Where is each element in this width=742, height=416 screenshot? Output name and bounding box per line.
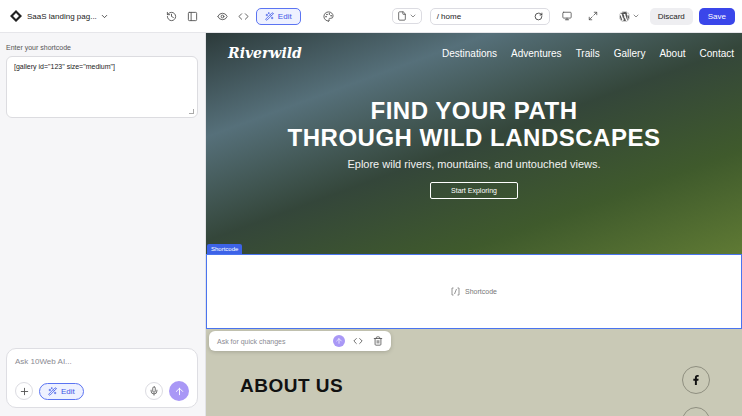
nav-link[interactable]: Trails	[576, 48, 600, 59]
page-dropdown[interactable]	[392, 8, 422, 24]
plus-icon	[19, 386, 30, 397]
social-link[interactable]	[682, 407, 710, 416]
styles-button[interactable]	[320, 7, 338, 25]
chevron-down-icon	[632, 12, 640, 20]
history-button[interactable]	[163, 7, 181, 25]
send-button[interactable]	[169, 381, 189, 401]
sidebar: Enter your shortcode [gallery id="123" si…	[0, 33, 206, 416]
code-icon	[353, 336, 363, 346]
facebook-icon	[691, 375, 701, 385]
refresh-icon	[534, 12, 543, 21]
fullscreen-button[interactable]	[584, 7, 602, 25]
ai-chat-box[interactable]: Ask 10Web AI... Edit	[6, 348, 198, 408]
quick-send-button[interactable]	[333, 335, 345, 347]
nav-link[interactable]: Destinations	[442, 48, 497, 59]
shortcode-label: Enter your shortcode	[6, 44, 198, 51]
monitor-icon	[562, 11, 572, 21]
panel-button[interactable]	[184, 7, 202, 25]
wand-icon	[48, 387, 57, 396]
shortcode-block[interactable]: ShortcodeShortcodeAsk for quick changes	[206, 254, 742, 329]
shortcode-tag: Shortcode	[207, 244, 242, 254]
site-logo[interactable]: Riverwild	[228, 45, 302, 61]
shortcode-placeholder: Shortcode	[465, 288, 497, 295]
arrow-up-icon	[335, 337, 343, 345]
edit-mode-pill[interactable]: Edit	[39, 383, 84, 400]
nav-link[interactable]: Contact	[700, 48, 734, 59]
wand-icon	[265, 12, 274, 21]
hero-button[interactable]: Start Exploring	[430, 182, 518, 199]
resize-handle[interactable]	[189, 109, 194, 114]
eye-icon	[217, 11, 228, 22]
top-bar: SaaS landing pag... Edit / home Discard Save	[0, 0, 742, 33]
hero-title: FIND YOUR PATHTHROUGH WILD LANDSCAPES	[288, 97, 661, 151]
mic-button[interactable]	[145, 382, 163, 400]
quick-edit-input[interactable]: Ask for quick changes	[217, 338, 327, 345]
discard-button[interactable]: Discard	[650, 8, 693, 25]
hero-section[interactable]: Riverwild Destinations Adventures Trails Gal…	[206, 33, 742, 254]
panel-icon	[187, 11, 198, 22]
arrow-up-icon	[174, 386, 185, 397]
quick-edit-bar: Ask for quick changes	[209, 331, 391, 351]
10web-logo-icon	[10, 10, 22, 22]
project-selector[interactable]: SaaS landing pag...	[27, 12, 109, 21]
chevron-down-icon	[409, 12, 417, 20]
code-button[interactable]	[351, 334, 365, 348]
hero-subtitle: Eplore wild rivers, mountains, and untou…	[347, 158, 600, 170]
trash-icon	[373, 336, 383, 346]
facebook-link[interactable]	[682, 366, 710, 394]
shortcode-input[interactable]: [gallery id="123" size="medium"]	[6, 56, 198, 118]
nav-link[interactable]: Gallery	[614, 48, 646, 59]
code-button[interactable]	[235, 7, 253, 25]
edit-button[interactable]: Edit	[256, 8, 301, 25]
nav-link[interactable]: About	[659, 48, 685, 59]
desktop-view-button[interactable]	[558, 7, 576, 25]
shortcode-icon	[451, 287, 460, 296]
wordpress-icon	[619, 11, 630, 22]
editor-window: SaaS landing pag... Edit / home Discard Save…	[0, 0, 742, 416]
chat-placeholder: Ask 10Web AI...	[15, 357, 189, 366]
site-nav: Riverwild Destinations Adventures Trails Gal…	[206, 33, 742, 61]
nav-link[interactable]: Adventures	[511, 48, 562, 59]
delete-button[interactable]	[371, 334, 385, 348]
palette-icon	[323, 11, 334, 22]
path-field[interactable]: / home	[430, 8, 550, 25]
page-icon	[397, 11, 407, 21]
page-canvas: Riverwild Destinations Adventures Trails Gal…	[206, 33, 742, 416]
history-icon	[166, 11, 177, 22]
mic-icon	[149, 386, 159, 396]
preview-button[interactable]	[214, 7, 232, 25]
chevron-down-icon	[100, 12, 109, 21]
expand-icon	[588, 11, 598, 21]
about-title: ABOUT US	[240, 375, 343, 416]
wordpress-menu[interactable]	[615, 9, 644, 24]
save-button[interactable]: Save	[699, 8, 735, 25]
code-icon	[238, 11, 249, 22]
add-button[interactable]	[15, 382, 33, 400]
